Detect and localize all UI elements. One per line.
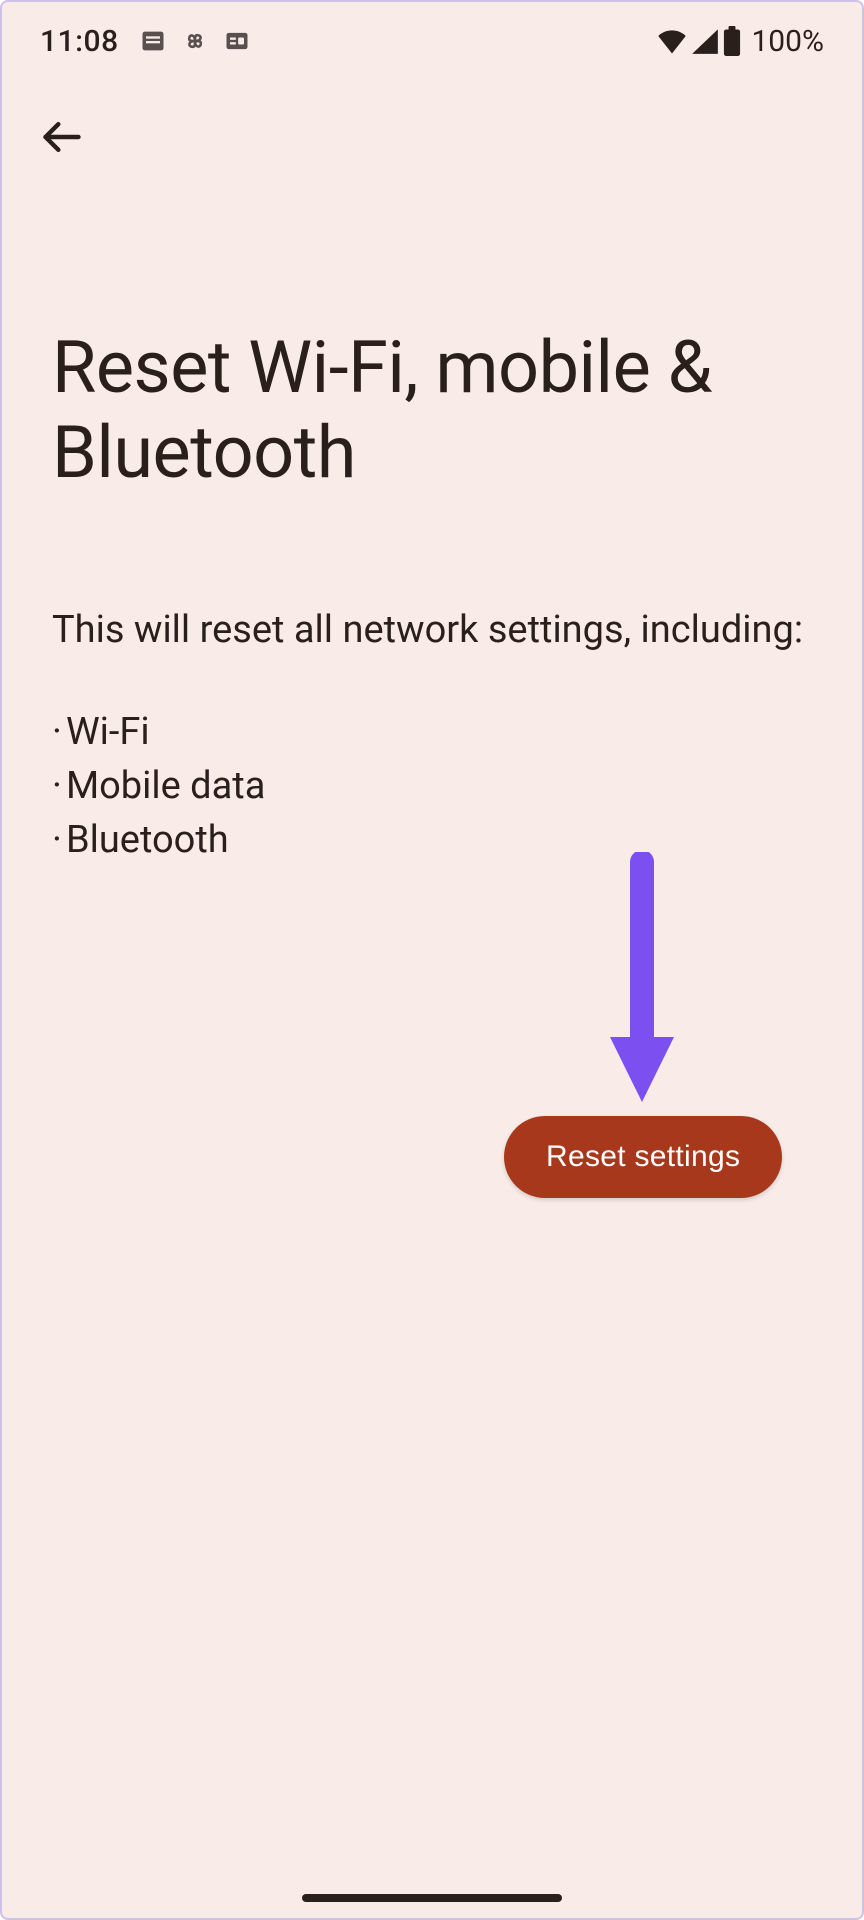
- bullet-label: Bluetooth: [66, 818, 229, 862]
- list-item: Wi-Fi: [52, 706, 812, 760]
- page-title: Reset Wi-Fi, mobile & Bluetooth: [52, 326, 812, 496]
- battery-percentage: 100%: [751, 24, 824, 59]
- battery-icon: [723, 26, 741, 56]
- status-notification-icons: [139, 27, 251, 55]
- list-item: Bluetooth: [52, 814, 812, 868]
- bullet-label: Wi-Fi: [66, 710, 150, 754]
- status-bar-left: 11:08: [40, 24, 251, 59]
- reset-settings-button[interactable]: Reset settings: [504, 1116, 782, 1198]
- device-frame: 11:08 100%: [0, 0, 864, 1920]
- bullet-list: Wi-Fi Mobile data Bluetooth: [52, 706, 812, 868]
- status-time: 11:08: [40, 24, 119, 59]
- main-content: Reset Wi-Fi, mobile & Bluetooth This wil…: [2, 166, 862, 868]
- message-icon: [139, 27, 167, 55]
- nav-handle[interactable]: [302, 1894, 562, 1902]
- status-bar: 11:08 100%: [2, 2, 862, 80]
- pinwheel-icon: [181, 27, 209, 55]
- back-button[interactable]: [34, 110, 90, 166]
- arrow-back-icon: [40, 115, 84, 162]
- bullet-label: Mobile data: [66, 764, 265, 808]
- cellular-signal-icon: [691, 28, 719, 54]
- app-bar: [2, 80, 862, 166]
- status-bar-right: 100%: [657, 24, 824, 59]
- annotation-arrow: [602, 852, 682, 1116]
- description-text: This will reset all network settings, in…: [52, 604, 812, 658]
- news-icon: [223, 27, 251, 55]
- list-item: Mobile data: [52, 760, 812, 814]
- wifi-icon: [657, 28, 687, 54]
